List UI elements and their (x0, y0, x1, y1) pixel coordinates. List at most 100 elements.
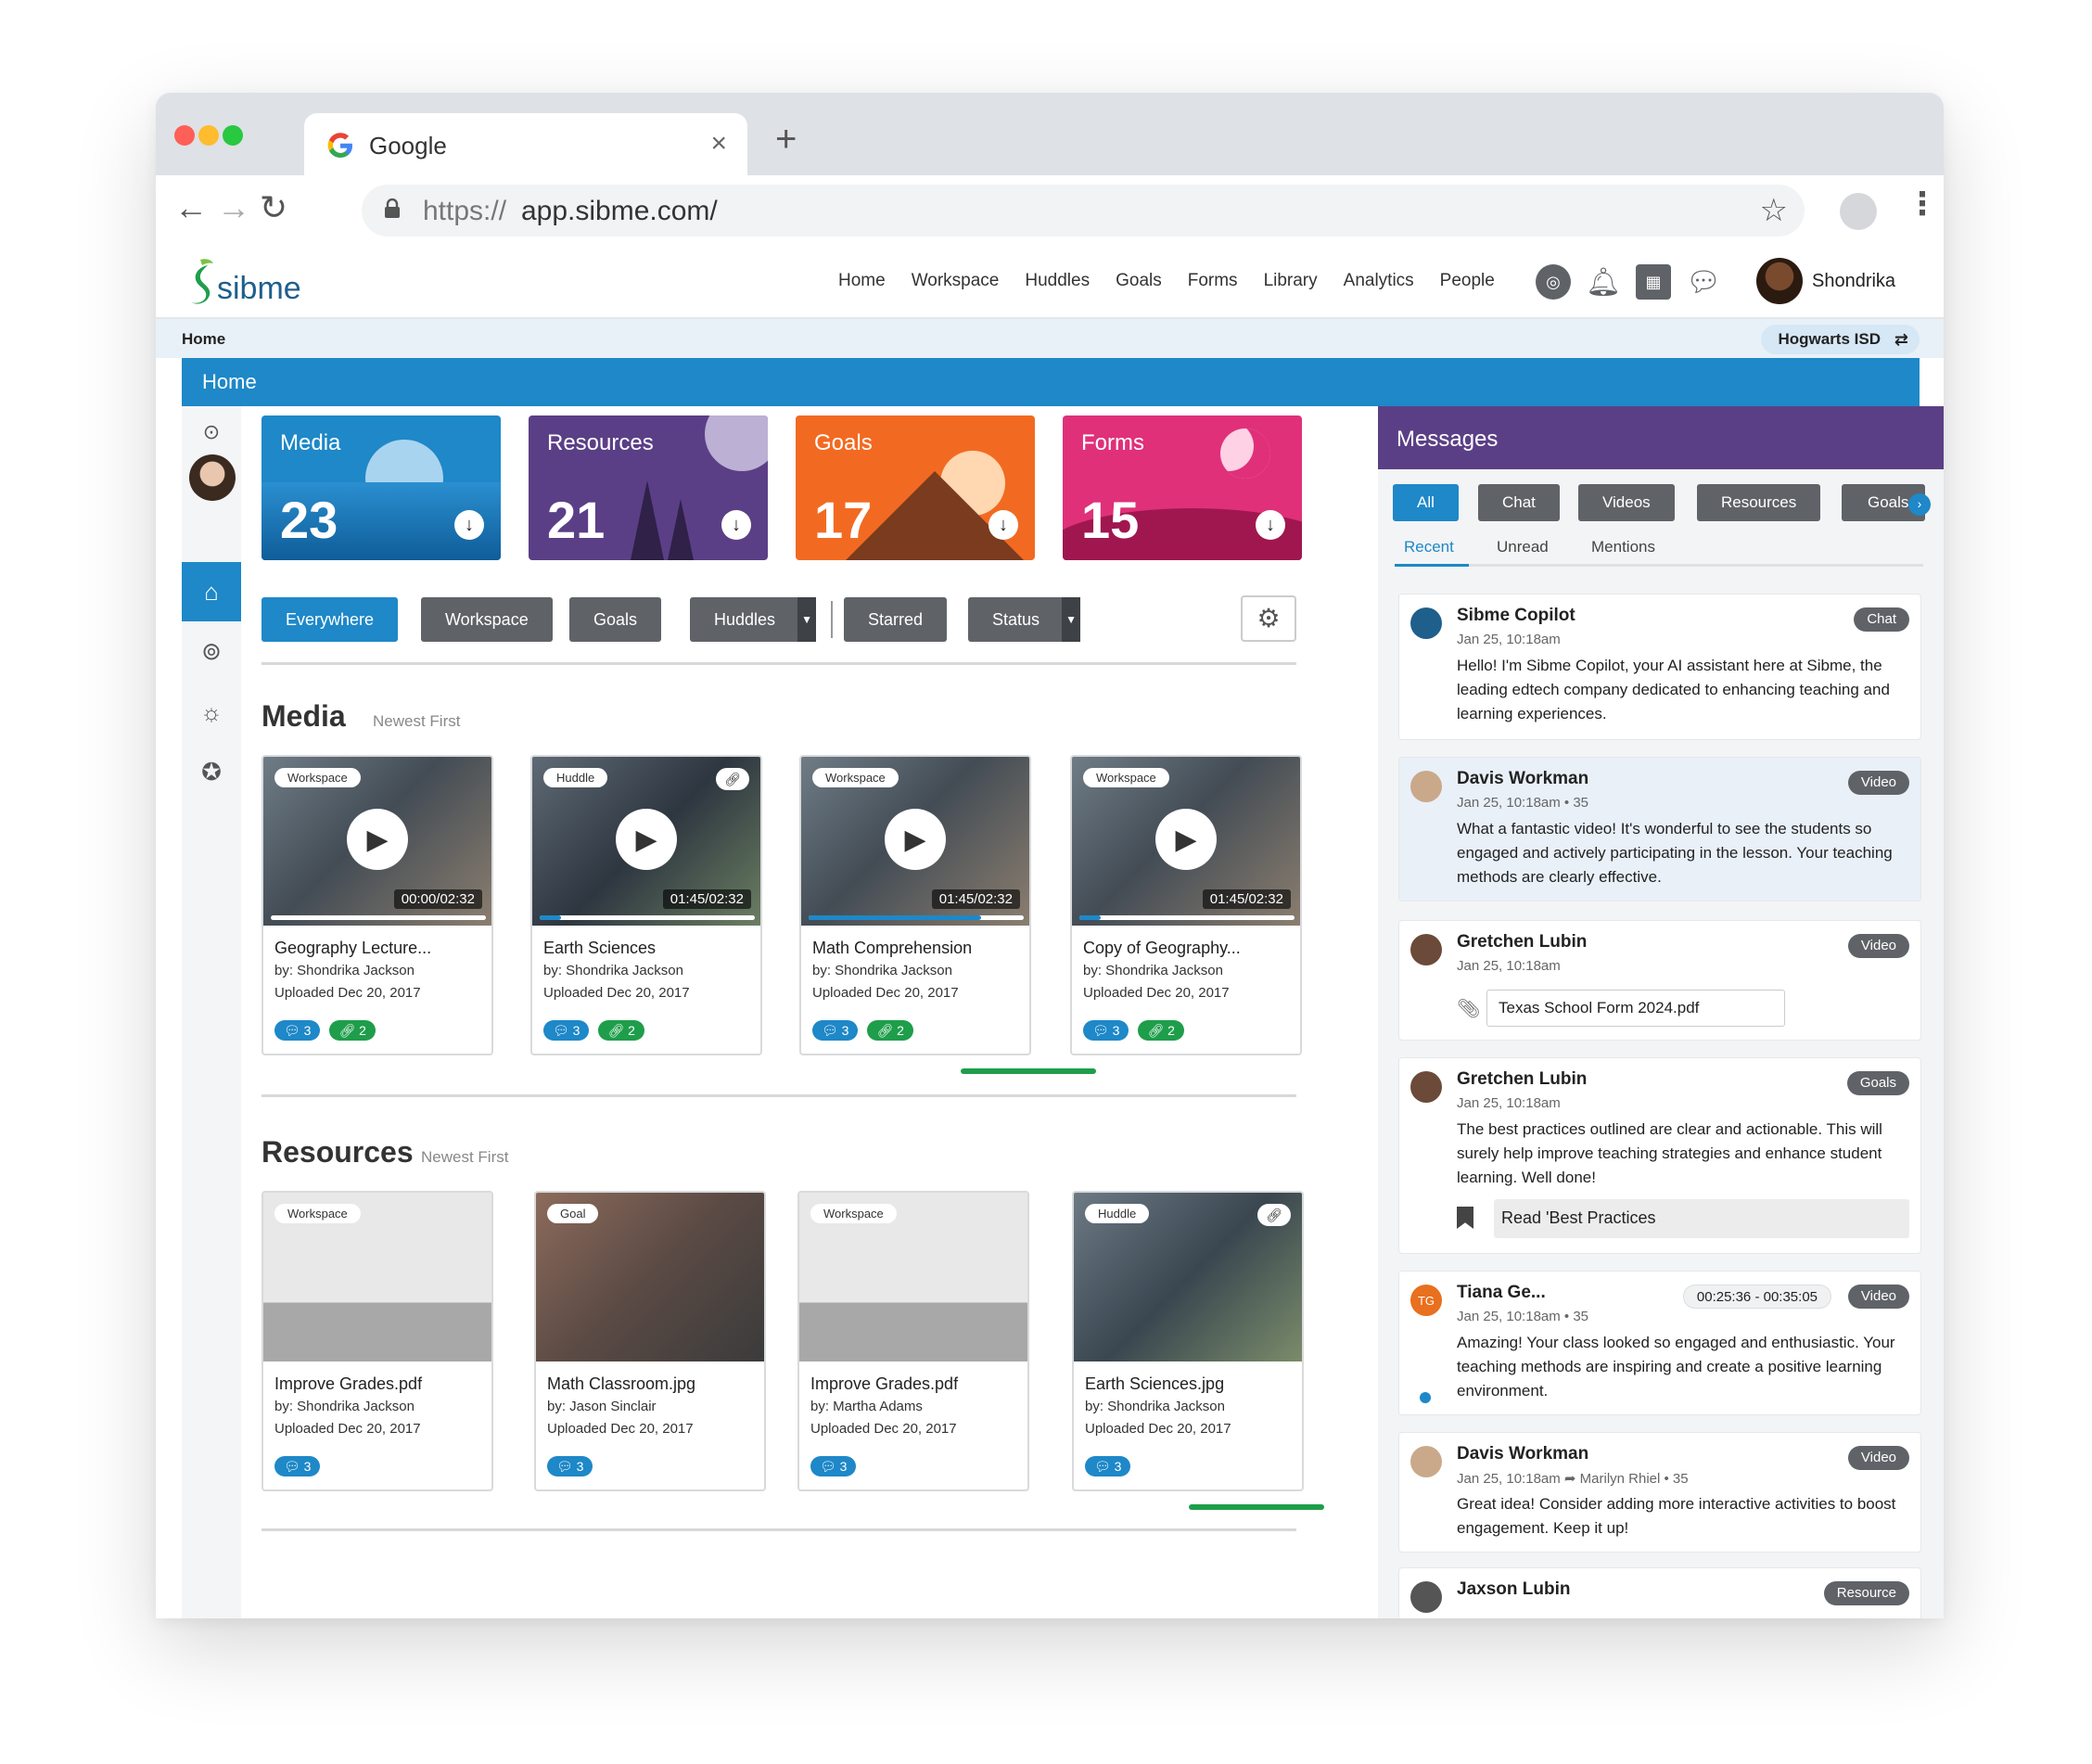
scroll-tabs-right-icon[interactable]: › (1908, 493, 1931, 516)
messages-tab-all[interactable]: All (1393, 484, 1459, 521)
messages-tab-resources[interactable]: Resources (1697, 484, 1821, 521)
sidebar-chat-icon[interactable]: ⊚ (182, 621, 241, 681)
nav-library[interactable]: Library (1264, 271, 1318, 291)
card-title[interactable]: Copy of Geography... (1083, 939, 1241, 958)
bookmark-star-icon[interactable]: ☆ (1760, 192, 1788, 229)
resource-card[interactable]: Huddle 🔗︎ Earth Sciences.jpg by: Shondrik… (1072, 1191, 1304, 1491)
image-thumbnail[interactable]: Goal (536, 1193, 764, 1361)
comment-count-badge[interactable]: 💬︎ 3 (812, 1020, 859, 1041)
video-thumbnail[interactable]: Huddle 🔗︎ ▶ 01:45/02:32 (532, 757, 760, 926)
card-title[interactable]: Improve Grades.pdf (274, 1374, 422, 1394)
subtab-unread[interactable]: Unread (1497, 538, 1549, 556)
close-window-button[interactable] (174, 125, 195, 146)
message-item[interactable]: Jaxson Lubin Resource (1398, 1567, 1921, 1618)
download-icon[interactable]: ↓ (721, 510, 751, 540)
maximize-window-button[interactable] (223, 125, 243, 146)
reload-icon[interactable]: ↻ (260, 191, 287, 224)
user-name[interactable]: Shondrika (1812, 271, 1895, 292)
comment-count-badge[interactable]: 💬︎ 3 (1083, 1020, 1129, 1041)
resource-card[interactable]: Goal Math Classroom.jpg by: Jason Sincla… (534, 1191, 766, 1491)
close-tab-icon[interactable]: × (710, 128, 727, 160)
district-switcher[interactable]: Hogwarts ISD ⇄ (1761, 325, 1920, 354)
breadcrumb[interactable]: Home (182, 330, 225, 349)
sidebar-home-icon[interactable]: ⌂ (182, 562, 241, 621)
video-timestamp-range[interactable]: 00:25:36 - 00:35:05 (1682, 1285, 1831, 1309)
download-icon[interactable]: ↓ (454, 510, 484, 540)
read-best-practices-button[interactable]: Read 'Best Practices (1494, 1199, 1909, 1238)
media-sort[interactable]: Newest First (373, 712, 460, 731)
video-progress[interactable] (1079, 915, 1295, 920)
comment-count-badge[interactable]: 💬︎ 3 (547, 1456, 593, 1476)
chat-bubbles-icon[interactable]: 💬︎ (1686, 264, 1721, 300)
card-title[interactable]: Math Classroom.jpg (547, 1374, 695, 1394)
browser-profile-icon[interactable] (1840, 193, 1877, 230)
expand-sidebar-icon[interactable]: ⊙ (182, 403, 241, 462)
messages-tab-chat[interactable]: Chat (1478, 484, 1560, 521)
filter-starred[interactable]: Starred (844, 597, 948, 642)
stat-card-resources[interactable]: Resources 21 ↓ (529, 415, 768, 560)
settings-gear-button[interactable]: ⚙ (1241, 595, 1296, 642)
card-title[interactable]: Improve Grades.pdf (810, 1374, 958, 1394)
url-field[interactable]: https:// app.sibme.com/ ☆ (362, 185, 1805, 236)
forward-icon[interactable]: → (217, 191, 250, 224)
comment-count-badge[interactable]: 💬︎ 3 (274, 1020, 321, 1041)
comment-count-badge[interactable]: 💬︎ 3 (810, 1456, 857, 1476)
nav-huddles[interactable]: Huddles (1025, 271, 1090, 291)
sidebar-award-icon[interactable]: ✪ (182, 742, 241, 801)
sidebar-lightbulb-icon[interactable]: ☼ (182, 683, 241, 742)
browser-tab[interactable]: Google × (304, 113, 747, 175)
back-icon[interactable]: ← (174, 191, 208, 224)
card-title[interactable]: Math Comprehension (812, 939, 972, 958)
message-item[interactable]: Sibme Copilot Jan 25, 10:18am Chat Hello… (1398, 594, 1921, 740)
play-icon[interactable]: ▶ (616, 809, 677, 870)
carousel-indicator[interactable] (1189, 1504, 1324, 1510)
copilot-icon[interactable]: ◎ (1536, 264, 1571, 300)
document-thumbnail[interactable]: Workspace (263, 1193, 491, 1361)
subtab-mentions[interactable]: Mentions (1591, 538, 1655, 556)
resources-sort[interactable]: Newest First (421, 1148, 508, 1167)
resource-card[interactable]: Workspace Improve Grades.pdf by: Martha … (797, 1191, 1029, 1491)
filter-goals[interactable]: Goals (569, 597, 662, 642)
play-icon[interactable]: ▶ (885, 809, 946, 870)
message-item[interactable]: Davis Workman Jan 25, 10:18am • 35 Video… (1398, 757, 1921, 901)
stat-card-goals[interactable]: Goals 17 ↓ (796, 415, 1035, 560)
comment-count-badge[interactable]: 💬︎ 3 (274, 1456, 321, 1476)
video-progress[interactable] (540, 915, 755, 920)
card-title[interactable]: Earth Sciences (543, 939, 656, 958)
download-icon[interactable]: ↓ (989, 510, 1018, 540)
nav-forms[interactable]: Forms (1188, 271, 1238, 291)
image-thumbnail[interactable]: Huddle 🔗︎ (1074, 1193, 1302, 1361)
filter-everywhere[interactable]: Everywhere (262, 597, 399, 642)
chevron-down-icon[interactable]: ▼ (797, 597, 817, 642)
chevron-down-icon[interactable]: ▼ (1062, 597, 1081, 642)
link-icon[interactable]: 🔗︎ (1257, 1204, 1291, 1226)
play-icon[interactable]: ▶ (347, 809, 408, 870)
link-icon[interactable]: 🔗︎ (716, 768, 749, 790)
nav-analytics[interactable]: Analytics (1344, 271, 1414, 291)
nav-workspace[interactable]: Workspace (912, 271, 1000, 291)
calendar-icon[interactable]: ▦ (1636, 264, 1671, 300)
attachment-count-badge[interactable]: 🔗︎ 2 (329, 1020, 376, 1041)
nav-goals[interactable]: Goals (1116, 271, 1162, 291)
document-thumbnail[interactable]: Workspace (799, 1193, 1027, 1361)
download-icon[interactable]: ↓ (1256, 510, 1285, 540)
video-progress[interactable] (271, 915, 486, 920)
minimize-window-button[interactable] (198, 125, 219, 146)
new-tab-button[interactable]: + (775, 121, 797, 158)
media-card[interactable]: Huddle 🔗︎ ▶ 01:45/02:32 Earth Sciences b… (530, 755, 762, 1055)
browser-menu-icon[interactable]: ⋮ (1907, 188, 1938, 220)
card-title[interactable]: Geography Lecture... (274, 939, 431, 958)
subtab-recent[interactable]: Recent (1404, 538, 1454, 556)
user-avatar[interactable] (1756, 258, 1803, 304)
media-card[interactable]: Workspace ▶ 01:45/02:32 Math Comprehensi… (799, 755, 1031, 1055)
carousel-indicator[interactable] (961, 1068, 1096, 1074)
message-item[interactable]: Gretchen Lubin Jan 25, 10:18am Goals The… (1398, 1057, 1921, 1254)
sidebar-avatar[interactable] (189, 454, 236, 501)
comment-count-badge[interactable]: 💬︎ 3 (543, 1020, 590, 1041)
filter-workspace[interactable]: Workspace (421, 597, 553, 642)
filter-huddles[interactable]: Huddles ▼ (690, 597, 817, 642)
comment-count-badge[interactable]: 💬︎ 3 (1085, 1456, 1131, 1476)
media-card[interactable]: Workspace ▶ 01:45/02:32 Copy of Geograph… (1070, 755, 1302, 1055)
attachment-count-badge[interactable]: 🔗︎ 2 (598, 1020, 644, 1041)
play-icon[interactable]: ▶ (1155, 809, 1217, 870)
